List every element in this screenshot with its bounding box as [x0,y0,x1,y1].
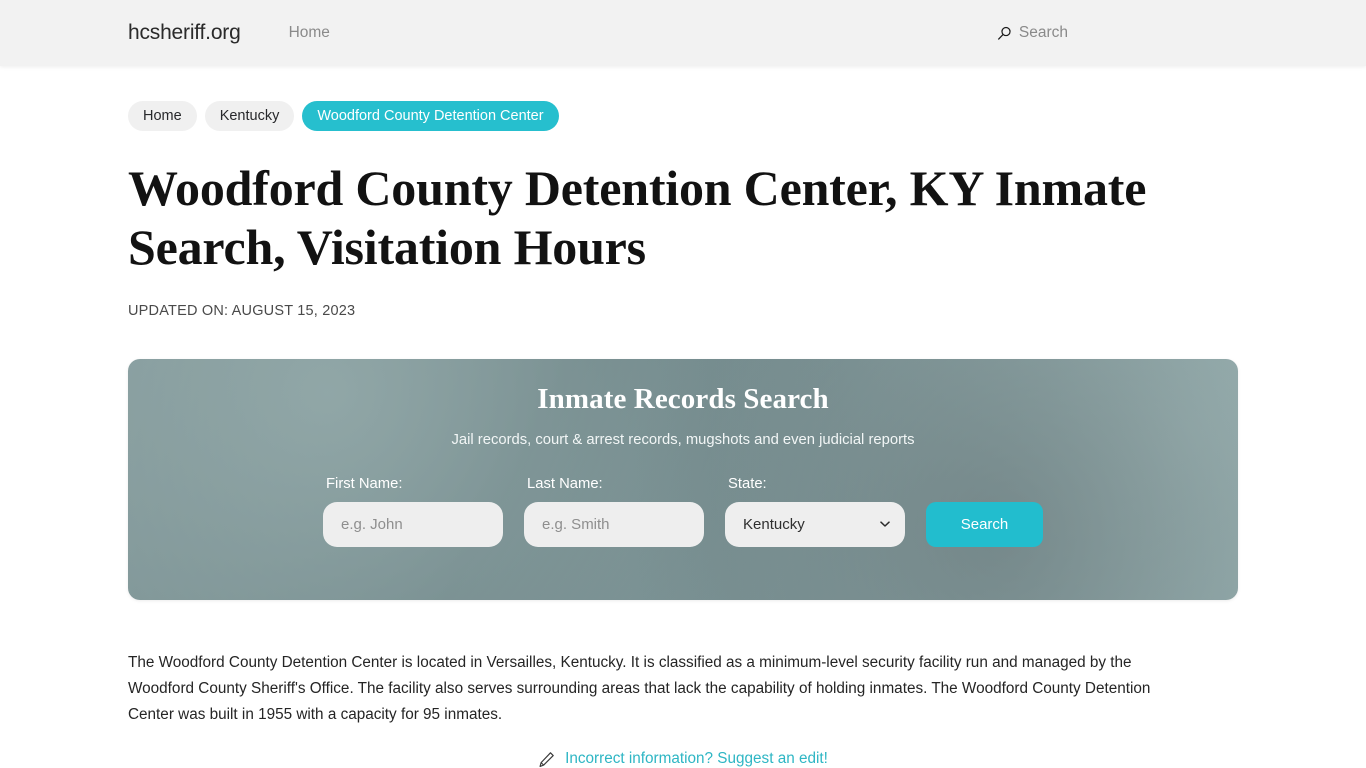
last-name-label: Last Name: [527,476,603,492]
state-label: State: [728,476,767,492]
inmate-records-search-card: Inmate Records Search Jail records, cour… [128,359,1238,600]
site-header: hcsheriff.org Home Search [0,0,1366,66]
inmate-search-form: First Name: Last Name: State: Kentucky [323,476,1043,547]
site-brand-logo[interactable]: hcsheriff.org [128,21,241,45]
last-name-field-group: Last Name: [524,476,704,547]
breadcrumb-item-current[interactable]: Woodford County Detention Center [302,101,559,131]
breadcrumb: Home Kentucky Woodford County Detention … [128,66,1238,131]
suggest-edit-row: Incorrect information? Suggest an edit! [128,750,1238,768]
state-select[interactable]: Kentucky [725,502,905,547]
breadcrumb-item-home[interactable]: Home [128,101,197,131]
last-name-input[interactable] [524,502,704,547]
state-field-group: State: Kentucky [725,476,905,547]
page-content: Home Kentucky Woodford County Detention … [0,66,1366,768]
search-submit-button[interactable]: Search [926,502,1043,547]
search-card-inner: Inmate Records Search Jail records, cour… [128,359,1238,600]
first-name-field-group: First Name: [323,476,503,547]
first-name-input[interactable] [323,502,503,547]
search-icon [997,26,1012,41]
pencil-icon [538,751,555,768]
updated-on-date: UPDATED ON: AUGUST 15, 2023 [128,303,356,319]
first-name-label: First Name: [326,476,403,492]
search-card-subtitle: Jail records, court & arrest records, mu… [451,432,915,448]
facility-description: The Woodford County Detention Center is … [128,654,1151,723]
page-title: Woodford County Detention Center, KY Inm… [128,160,1147,275]
header-search[interactable]: Search [997,24,1068,42]
search-card-title: Inmate Records Search [537,383,829,415]
nav-item-home[interactable]: Home [289,24,330,42]
breadcrumb-item-kentucky[interactable]: Kentucky [204,101,295,131]
primary-nav: Home [289,24,330,42]
header-search-label: Search [1018,24,1068,41]
suggest-edit-link[interactable]: Incorrect information? Suggest an edit! [565,750,828,768]
